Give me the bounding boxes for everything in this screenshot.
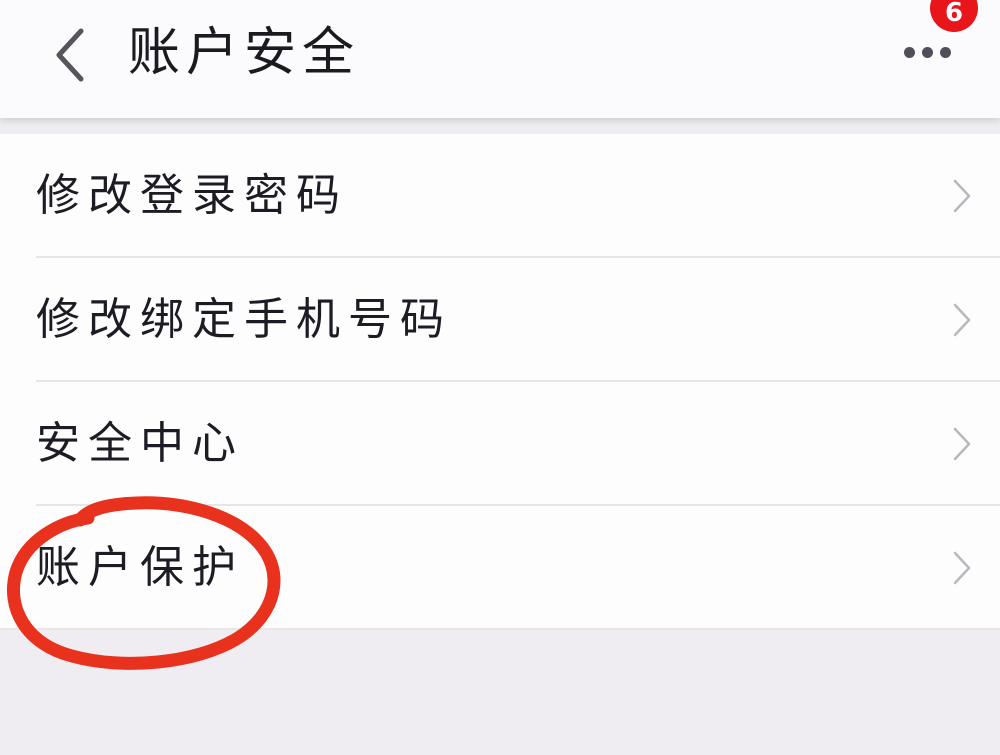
more-horizontal-icon — [939, 46, 951, 58]
back-button[interactable] — [40, 20, 100, 90]
notification-badge: 6 — [930, 0, 978, 32]
menu-item-change-login-password[interactable]: 修改登录密码 — [0, 134, 1000, 258]
settings-menu-list: 修改登录密码 修改绑定手机号码 安全中心 账户保护 — [0, 134, 1000, 630]
menu-item-change-bound-phone[interactable]: 修改绑定手机号码 — [0, 258, 1000, 382]
menu-item-security-center[interactable]: 安全中心 — [0, 382, 1000, 506]
menu-item-label: 修改绑定手机号码 — [36, 294, 452, 345]
empty-background — [0, 630, 1000, 755]
header-separator — [0, 118, 1000, 134]
account-security-screen: 账户安全 6 修改登录密码 修改绑定手机号码 安全中心 账户保护 — [0, 0, 1000, 755]
menu-item-account-protection[interactable]: 账户保护 — [0, 506, 1000, 630]
chevron-right-icon — [953, 427, 971, 461]
more-horizontal-icon — [921, 46, 933, 58]
page-title: 账户安全 — [128, 23, 361, 83]
more-horizontal-icon — [903, 46, 915, 58]
chevron-left-icon — [56, 28, 84, 82]
menu-item-label: 安全中心 — [36, 418, 244, 469]
row-divider — [0, 628, 1000, 630]
menu-item-label: 修改登录密码 — [36, 170, 348, 221]
more-options-button[interactable] — [895, 30, 959, 74]
chevron-right-icon — [953, 179, 971, 213]
menu-item-label: 账户保护 — [36, 542, 244, 593]
chevron-right-icon — [953, 303, 971, 337]
chevron-right-icon — [953, 551, 971, 585]
app-header: 账户安全 6 — [0, 0, 1000, 118]
